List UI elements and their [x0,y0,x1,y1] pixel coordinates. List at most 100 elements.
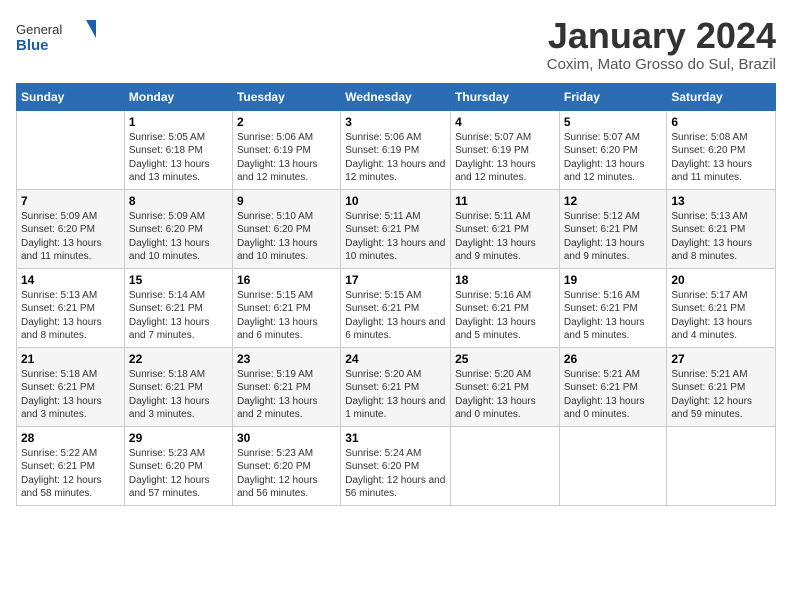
calendar-table: SundayMondayTuesdayWednesdayThursdayFrid… [16,83,776,506]
day-header-tuesday: Tuesday [232,83,340,110]
calendar-cell: 20 Sunrise: 5:17 AMSunset: 6:21 PMDayligh… [667,268,776,347]
day-info: Sunrise: 5:08 AMSunset: 6:20 PMDaylight:… [671,131,771,185]
day-info: Sunrise: 5:13 AMSunset: 6:21 PMDaylight:… [671,210,771,264]
day-info: Sunrise: 5:23 AMSunset: 6:20 PMDaylight:… [129,447,228,501]
calendar-cell: 5 Sunrise: 5:07 AMSunset: 6:20 PMDaylight… [559,110,667,189]
calendar-cell: 28Sunrise: 5:22 AMSunset: 6:21 PMDayligh… [17,426,125,505]
page-header: General Blue January 2024 Coxim, Mato Gr… [16,16,776,73]
calendar-week-row: 7Sunrise: 5:09 AMSunset: 6:20 PMDaylight… [17,189,776,268]
day-number: 2 [237,115,336,129]
day-number: 4 [455,115,555,129]
day-info: Sunrise: 5:18 AMSunset: 6:21 PMDaylight:… [129,368,228,422]
day-info: Sunrise: 5:21 AMSunset: 6:21 PMDaylight:… [564,368,663,422]
calendar-cell: 11Sunrise: 5:11 AMSunset: 6:21 PMDayligh… [451,189,560,268]
day-number: 21 [21,352,120,366]
day-info: Sunrise: 5:13 AMSunset: 6:21 PMDaylight:… [21,289,120,343]
day-number: 31 [345,431,446,445]
calendar-cell: 31 Sunrise: 5:24 AMSunset: 6:20 PMDayligh… [341,426,451,505]
day-info: Sunrise: 5:16 AMSunset: 6:21 PMDaylight:… [455,289,555,343]
day-header-friday: Friday [559,83,667,110]
day-info: Sunrise: 5:24 AMSunset: 6:20 PMDaylight:… [345,447,446,501]
day-info: Sunrise: 5:12 AMSunset: 6:21 PMDaylight:… [564,210,663,264]
day-info: Sunrise: 5:15 AMSunset: 6:21 PMDaylight:… [237,289,336,343]
day-number: 10 [345,194,446,208]
day-info: Sunrise: 5:17 AMSunset: 6:21 PMDaylight:… [671,289,771,343]
calendar-week-row: 1 Sunrise: 5:05 AMSunset: 6:18 PMDaylight… [17,110,776,189]
day-number: 15 [129,273,228,287]
calendar-cell: 30 Sunrise: 5:23 AMSunset: 6:20 PMDayligh… [232,426,340,505]
day-info: Sunrise: 5:15 AMSunset: 6:21 PMDaylight:… [345,289,446,343]
day-info: Sunrise: 5:06 AMSunset: 6:19 PMDaylight:… [237,131,336,185]
calendar-cell: 23 Sunrise: 5:19 AMSunset: 6:21 PMDayligh… [232,347,340,426]
day-header-wednesday: Wednesday [341,83,451,110]
day-info: Sunrise: 5:18 AMSunset: 6:21 PMDaylight:… [21,368,120,422]
calendar-cell [559,426,667,505]
day-info: Sunrise: 5:14 AMSunset: 6:21 PMDaylight:… [129,289,228,343]
day-header-saturday: Saturday [667,83,776,110]
day-info: Sunrise: 5:23 AMSunset: 6:20 PMDaylight:… [237,447,336,501]
day-number: 27 [671,352,771,366]
day-number: 14 [21,273,120,287]
calendar-cell: 21 Sunrise: 5:18 AMSunset: 6:21 PMDayligh… [17,347,125,426]
calendar-cell: 14 Sunrise: 5:13 AMSunset: 6:21 PMDayligh… [17,268,125,347]
day-info: Sunrise: 5:09 AMSunset: 6:20 PMDaylight:… [129,210,228,264]
calendar-cell: 4 Sunrise: 5:07 AMSunset: 6:19 PMDaylight… [451,110,560,189]
calendar-cell: 27 Sunrise: 5:21 AMSunset: 6:21 PMDayligh… [667,347,776,426]
calendar-cell: 12Sunrise: 5:12 AMSunset: 6:21 PMDayligh… [559,189,667,268]
logo-svg: General Blue [16,16,96,56]
calendar-cell [17,110,125,189]
day-number: 6 [671,115,771,129]
day-number: 13 [671,194,771,208]
day-number: 1 [129,115,228,129]
calendar-cell: 19 Sunrise: 5:16 AMSunset: 6:21 PMDayligh… [559,268,667,347]
day-number: 16 [237,273,336,287]
day-number: 19 [564,273,663,287]
day-number: 24 [345,352,446,366]
calendar-cell: 13 Sunrise: 5:13 AMSunset: 6:21 PMDayligh… [667,189,776,268]
calendar-cell: 17Sunrise: 5:15 AMSunset: 6:21 PMDayligh… [341,268,451,347]
day-info: Sunrise: 5:07 AMSunset: 6:20 PMDaylight:… [564,131,663,185]
calendar-cell: 24 Sunrise: 5:20 AMSunset: 6:21 PMDayligh… [341,347,451,426]
calendar-cell: 1 Sunrise: 5:05 AMSunset: 6:18 PMDaylight… [124,110,232,189]
day-number: 26 [564,352,663,366]
calendar-cell: 22Sunrise: 5:18 AMSunset: 6:21 PMDayligh… [124,347,232,426]
calendar-week-row: 14 Sunrise: 5:13 AMSunset: 6:21 PMDayligh… [17,268,776,347]
day-number: 29 [129,431,228,445]
day-header-sunday: Sunday [17,83,125,110]
title-block: January 2024 Coxim, Mato Grosso do Sul, … [547,16,776,73]
day-info: Sunrise: 5:10 AMSunset: 6:20 PMDaylight:… [237,210,336,264]
day-info: Sunrise: 5:11 AMSunset: 6:21 PMDaylight:… [345,210,446,264]
day-info: Sunrise: 5:21 AMSunset: 6:21 PMDaylight:… [671,368,771,422]
day-info: Sunrise: 5:16 AMSunset: 6:21 PMDaylight:… [564,289,663,343]
day-info: Sunrise: 5:20 AMSunset: 6:21 PMDaylight:… [345,368,446,422]
day-info: Sunrise: 5:11 AMSunset: 6:21 PMDaylight:… [455,210,555,264]
day-number: 25 [455,352,555,366]
day-number: 18 [455,273,555,287]
calendar-cell: 10 Sunrise: 5:11 AMSunset: 6:21 PMDayligh… [341,189,451,268]
day-number: 30 [237,431,336,445]
logo: General Blue [16,16,96,56]
calendar-cell [667,426,776,505]
day-info: Sunrise: 5:07 AMSunset: 6:19 PMDaylight:… [455,131,555,185]
calendar-cell: 2 Sunrise: 5:06 AMSunset: 6:19 PMDaylight… [232,110,340,189]
location-subtitle: Coxim, Mato Grosso do Sul, Brazil [547,56,776,73]
day-info: Sunrise: 5:09 AMSunset: 6:20 PMDaylight:… [21,210,120,264]
calendar-cell: 25 Sunrise: 5:20 AMSunset: 6:21 PMDayligh… [451,347,560,426]
day-header-monday: Monday [124,83,232,110]
day-info: Sunrise: 5:20 AMSunset: 6:21 PMDaylight:… [455,368,555,422]
day-info: Sunrise: 5:19 AMSunset: 6:21 PMDaylight:… [237,368,336,422]
calendar-week-row: 21 Sunrise: 5:18 AMSunset: 6:21 PMDayligh… [17,347,776,426]
day-info: Sunrise: 5:22 AMSunset: 6:21 PMDaylight:… [21,447,120,501]
day-number: 23 [237,352,336,366]
calendar-week-row: 28Sunrise: 5:22 AMSunset: 6:21 PMDayligh… [17,426,776,505]
calendar-cell: 16 Sunrise: 5:15 AMSunset: 6:21 PMDayligh… [232,268,340,347]
svg-text:General: General [16,22,62,37]
calendar-cell: 29 Sunrise: 5:23 AMSunset: 6:20 PMDayligh… [124,426,232,505]
day-info: Sunrise: 5:05 AMSunset: 6:18 PMDaylight:… [129,131,228,185]
calendar-header-row: SundayMondayTuesdayWednesdayThursdayFrid… [17,83,776,110]
day-number: 20 [671,273,771,287]
day-number: 5 [564,115,663,129]
calendar-cell: 8 Sunrise: 5:09 AMSunset: 6:20 PMDaylight… [124,189,232,268]
day-number: 8 [129,194,228,208]
calendar-cell: 6 Sunrise: 5:08 AMSunset: 6:20 PMDaylight… [667,110,776,189]
